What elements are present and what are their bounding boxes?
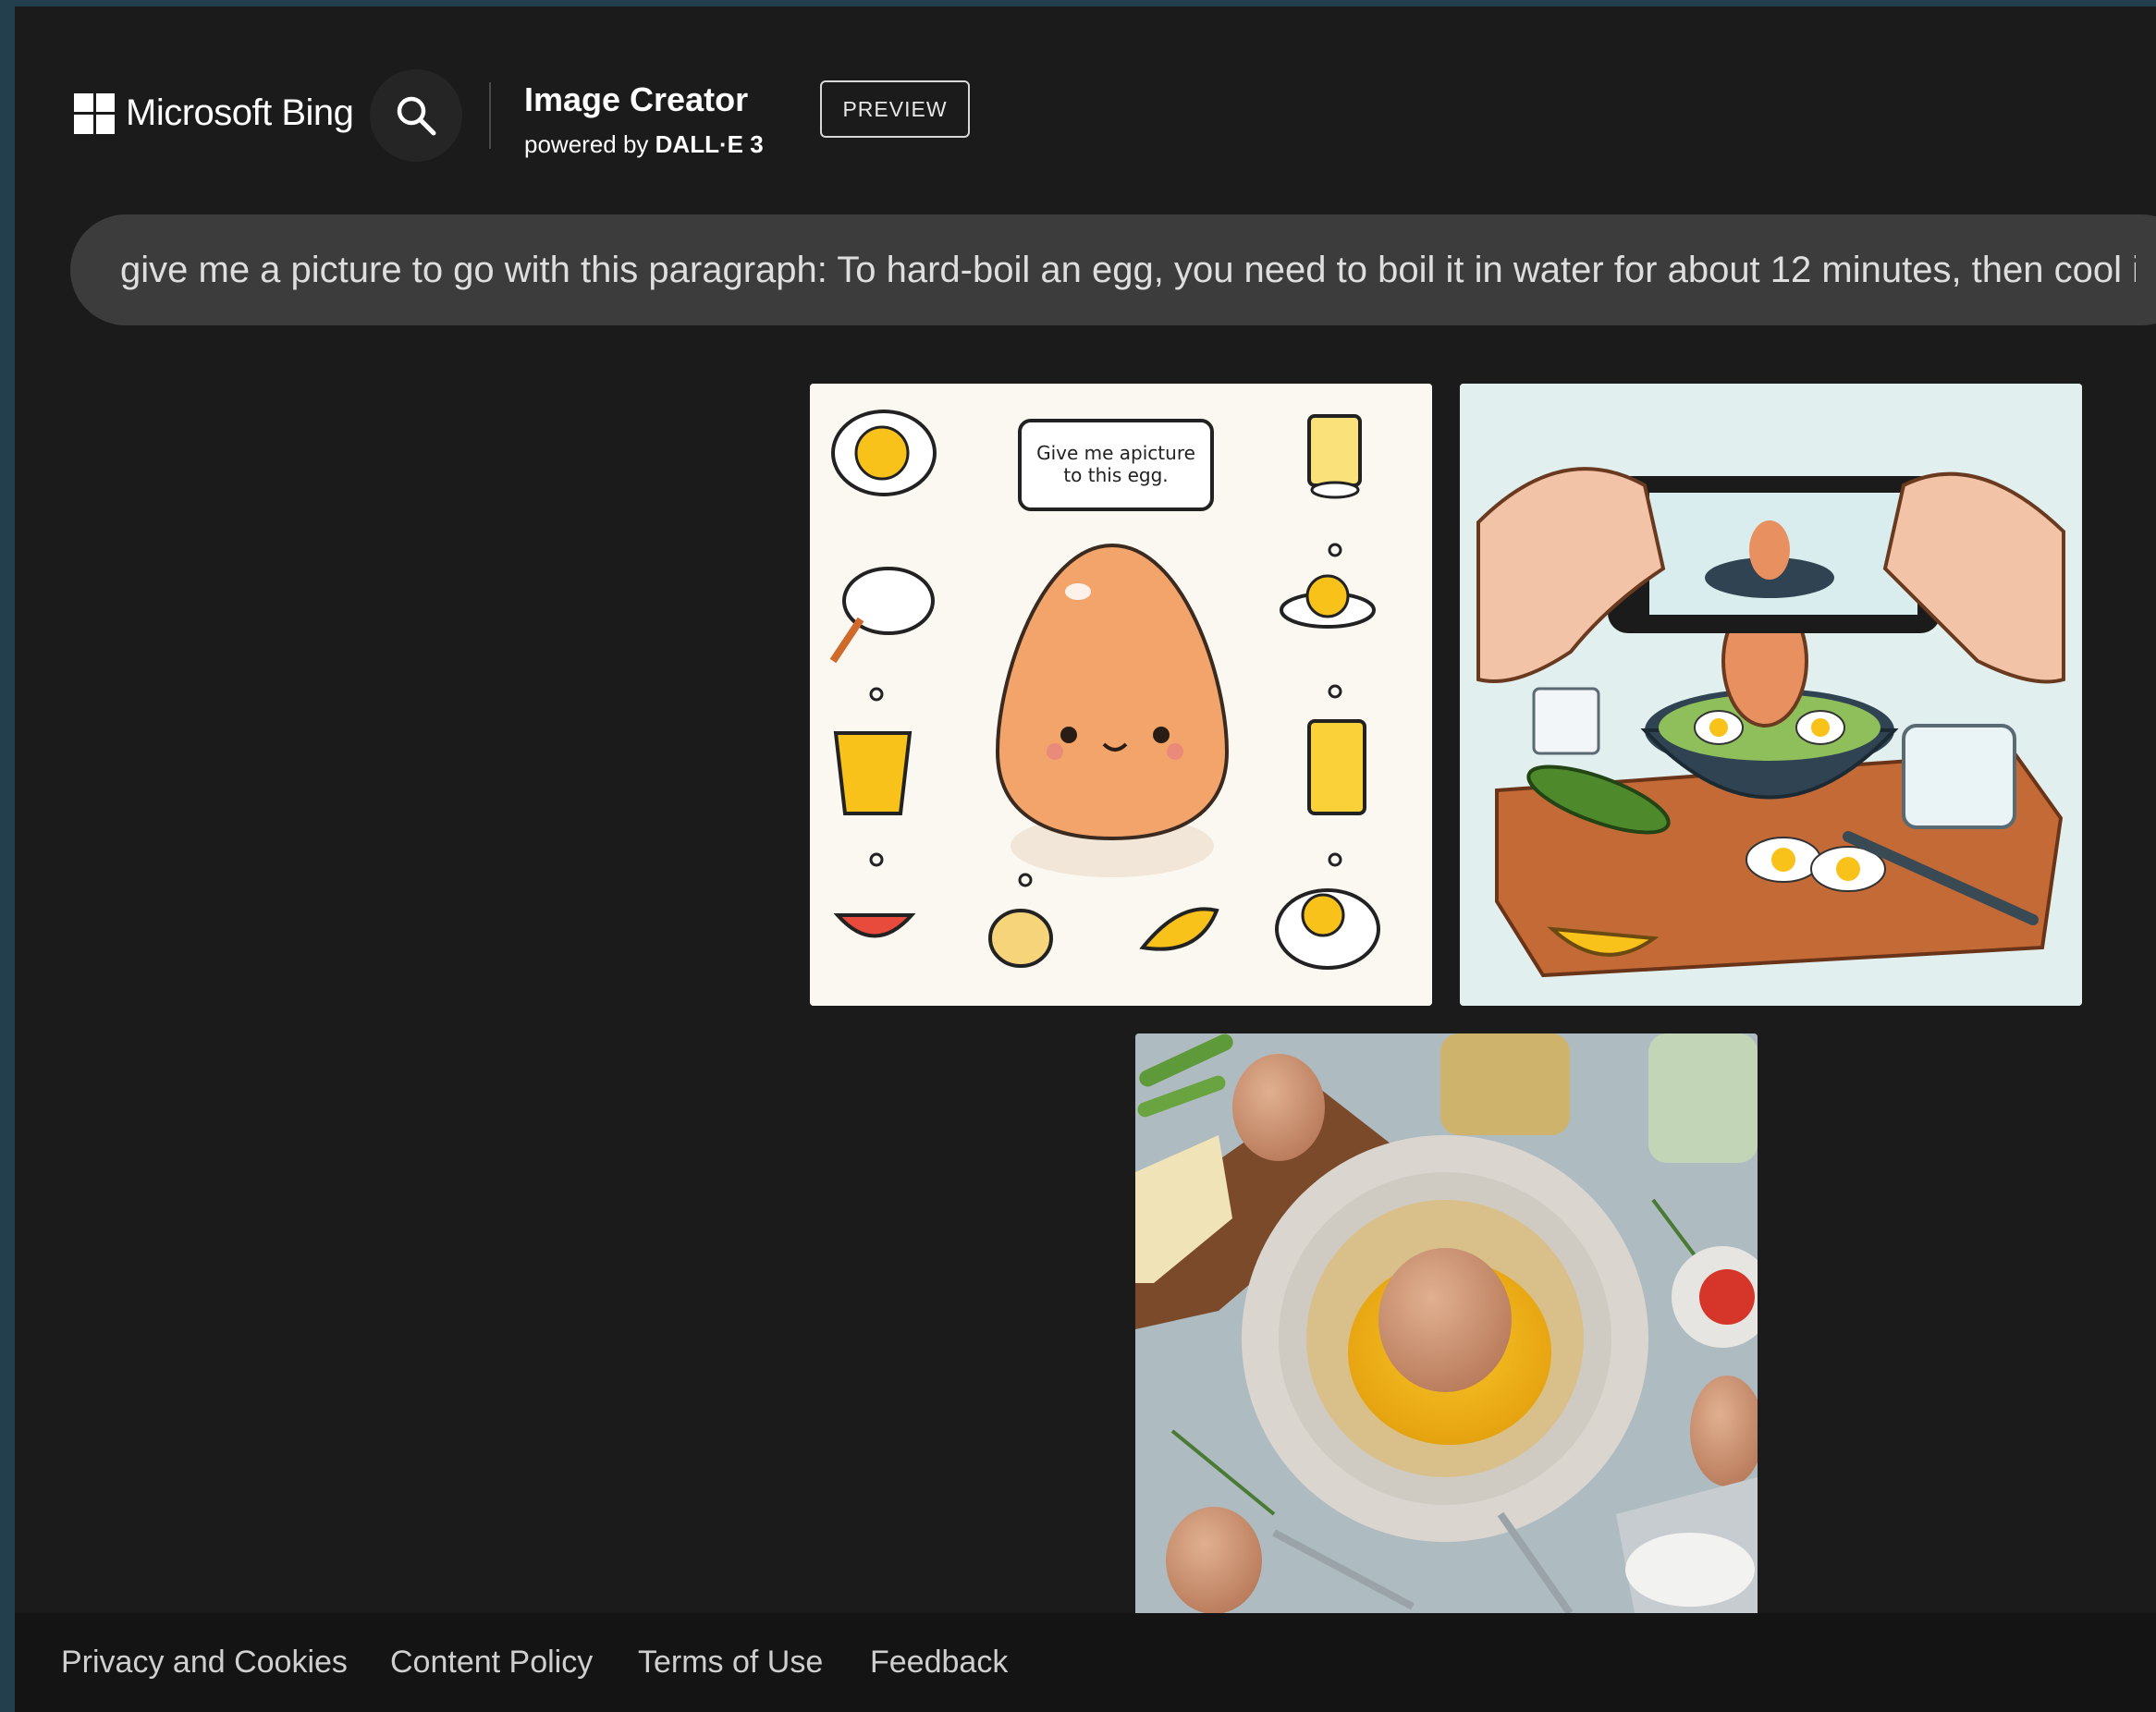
search-icon: [397, 96, 436, 136]
image-caption-line-2: to this egg.: [1063, 464, 1168, 486]
footer-link-feedback[interactable]: Feedback: [870, 1613, 1008, 1712]
header-divider: [489, 82, 491, 149]
generated-image-2[interactable]: [1460, 384, 2082, 1006]
generated-image-3[interactable]: [1135, 1033, 1758, 1613]
windows-logo-icon: [74, 92, 115, 134]
page-footer: Privacy and Cookies Content Policy Terms…: [15, 1613, 2156, 1712]
prompt-input-bar[interactable]: give me a picture to go with this paragr…: [70, 214, 2156, 325]
powered-by-text: powered by DALL·E 3: [524, 130, 764, 159]
search-button[interactable]: [370, 69, 462, 162]
egg-plate-photo: [1135, 1033, 1758, 1613]
app-title: Image Creator: [524, 80, 749, 118]
brand-name: Microsoft Bing: [126, 92, 354, 133]
egg-bowl-illustration: [1460, 384, 2082, 1006]
page-header: Microsoft Bing Image Creator powered by …: [15, 6, 2156, 210]
preview-badge: PREVIEW: [820, 80, 970, 138]
bing-logo-link[interactable]: Microsoft Bing: [74, 92, 354, 134]
footer-link-content-policy[interactable]: Content Policy: [390, 1613, 593, 1712]
generated-image-1[interactable]: Give me apicture to this egg.: [810, 384, 1432, 1006]
footer-link-terms[interactable]: Terms of Use: [638, 1613, 823, 1712]
prompt-input[interactable]: give me a picture to go with this paragr…: [120, 214, 2136, 325]
browser-page: Microsoft Bing Image Creator powered by …: [15, 6, 2156, 1712]
image-caption-line-1: Give me apicture: [1036, 442, 1195, 464]
footer-link-privacy[interactable]: Privacy and Cookies: [61, 1613, 348, 1712]
model-name: DALL·E 3: [655, 130, 764, 158]
cartoon-egg-illustration: Give me apicture to this egg.: [810, 384, 1432, 1006]
powered-by-prefix: powered by: [524, 130, 655, 158]
